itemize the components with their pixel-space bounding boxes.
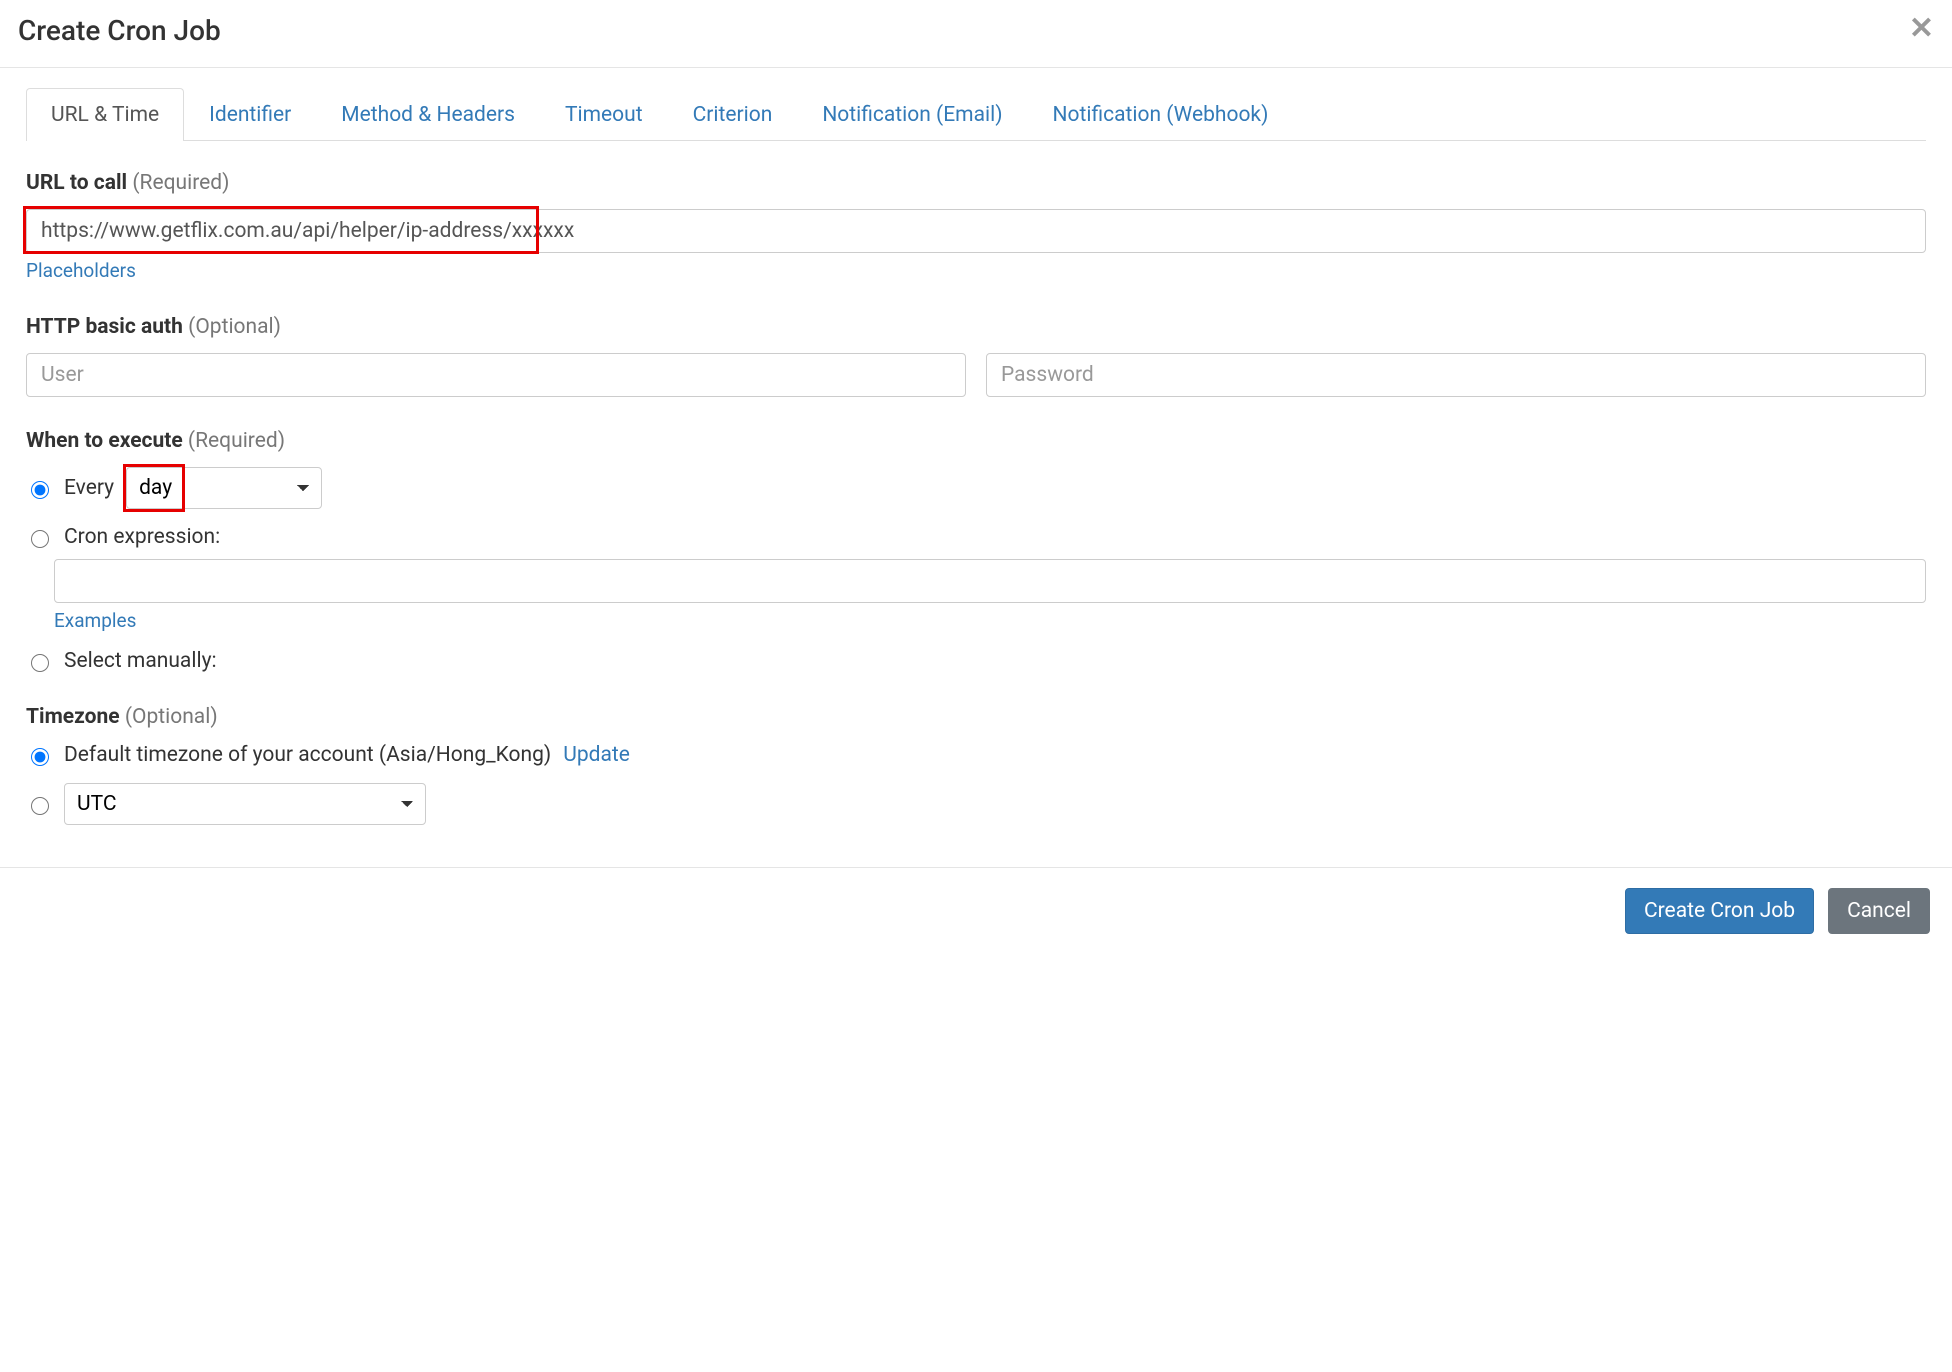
every-row: Every day bbox=[26, 467, 1926, 509]
every-radio[interactable] bbox=[31, 481, 49, 499]
modal-footer: Create Cron Job Cancel bbox=[0, 867, 1952, 954]
tabs: URL & Time Identifier Method & Headers T… bbox=[26, 88, 1926, 141]
tz-select-radio[interactable] bbox=[31, 797, 49, 815]
auth-label-text: HTTP basic auth bbox=[26, 315, 183, 339]
url-label: URL to call (Required) bbox=[26, 171, 1926, 195]
modal-header: Create Cron Job ✕ bbox=[0, 0, 1952, 68]
create-cron-job-modal: Create Cron Job ✕ URL & Time Identifier … bbox=[0, 0, 1952, 954]
tab-identifier[interactable]: Identifier bbox=[184, 88, 316, 141]
tz-update-link[interactable]: Update bbox=[563, 743, 630, 767]
tz-default-row: Default timezone of your account (Asia/H… bbox=[26, 743, 1926, 767]
url-section: URL to call (Required) Placeholders bbox=[26, 171, 1926, 283]
create-cron-job-button[interactable]: Create Cron Job bbox=[1625, 888, 1814, 934]
auth-user-input[interactable] bbox=[26, 353, 966, 397]
tab-method-headers[interactable]: Method & Headers bbox=[316, 88, 540, 141]
auth-section: HTTP basic auth (Optional) bbox=[26, 315, 1926, 397]
execute-section: When to execute (Required) Every day Cro… bbox=[26, 429, 1926, 673]
timezone-label-text: Timezone bbox=[26, 705, 120, 729]
auth-optional-text: (Optional) bbox=[188, 315, 281, 339]
auth-password-input[interactable] bbox=[986, 353, 1926, 397]
cancel-button[interactable]: Cancel bbox=[1828, 888, 1930, 934]
timezone-label: Timezone (Optional) bbox=[26, 705, 1926, 729]
tab-notification-webhook[interactable]: Notification (Webhook) bbox=[1028, 88, 1294, 141]
tz-select-row: UTC bbox=[26, 783, 1926, 825]
tz-default-label: Default timezone of your account (Asia/H… bbox=[64, 743, 551, 767]
placeholders-link[interactable]: Placeholders bbox=[26, 259, 136, 282]
cron-label: Cron expression: bbox=[64, 525, 220, 549]
manual-row: Select manually: bbox=[26, 649, 1926, 673]
every-select-wrap: day bbox=[126, 467, 322, 509]
cron-radio[interactable] bbox=[31, 530, 49, 548]
tz-default-radio[interactable] bbox=[31, 748, 49, 766]
modal-title: Create Cron Job bbox=[18, 14, 221, 47]
every-select[interactable]: day bbox=[126, 467, 322, 509]
close-icon[interactable]: ✕ bbox=[1909, 14, 1934, 44]
execute-label: When to execute (Required) bbox=[26, 429, 1926, 453]
tab-url-time[interactable]: URL & Time bbox=[26, 88, 184, 141]
timezone-optional-text: (Optional) bbox=[125, 705, 218, 729]
tab-timeout[interactable]: Timeout bbox=[540, 88, 668, 141]
tz-select[interactable]: UTC bbox=[64, 783, 426, 825]
every-label: Every bbox=[64, 476, 114, 500]
tab-notification-email[interactable]: Notification (Email) bbox=[797, 88, 1027, 141]
timezone-section: Timezone (Optional) Default timezone of … bbox=[26, 705, 1926, 825]
url-input-wrap bbox=[26, 209, 1926, 253]
modal-body: URL & Time Identifier Method & Headers T… bbox=[0, 68, 1952, 867]
url-required-text: (Required) bbox=[132, 171, 229, 195]
examples-link[interactable]: Examples bbox=[54, 609, 136, 632]
auth-row bbox=[26, 353, 1926, 397]
execute-required-text: (Required) bbox=[188, 429, 285, 453]
cron-row: Cron expression: bbox=[26, 525, 1926, 549]
tab-criterion[interactable]: Criterion bbox=[668, 88, 798, 141]
url-input[interactable] bbox=[26, 209, 1926, 253]
url-label-text: URL to call bbox=[26, 171, 127, 195]
cron-input[interactable] bbox=[54, 559, 1926, 603]
auth-label: HTTP basic auth (Optional) bbox=[26, 315, 1926, 339]
manual-label: Select manually: bbox=[64, 649, 217, 673]
execute-label-text: When to execute bbox=[26, 429, 183, 453]
manual-radio[interactable] bbox=[31, 654, 49, 672]
